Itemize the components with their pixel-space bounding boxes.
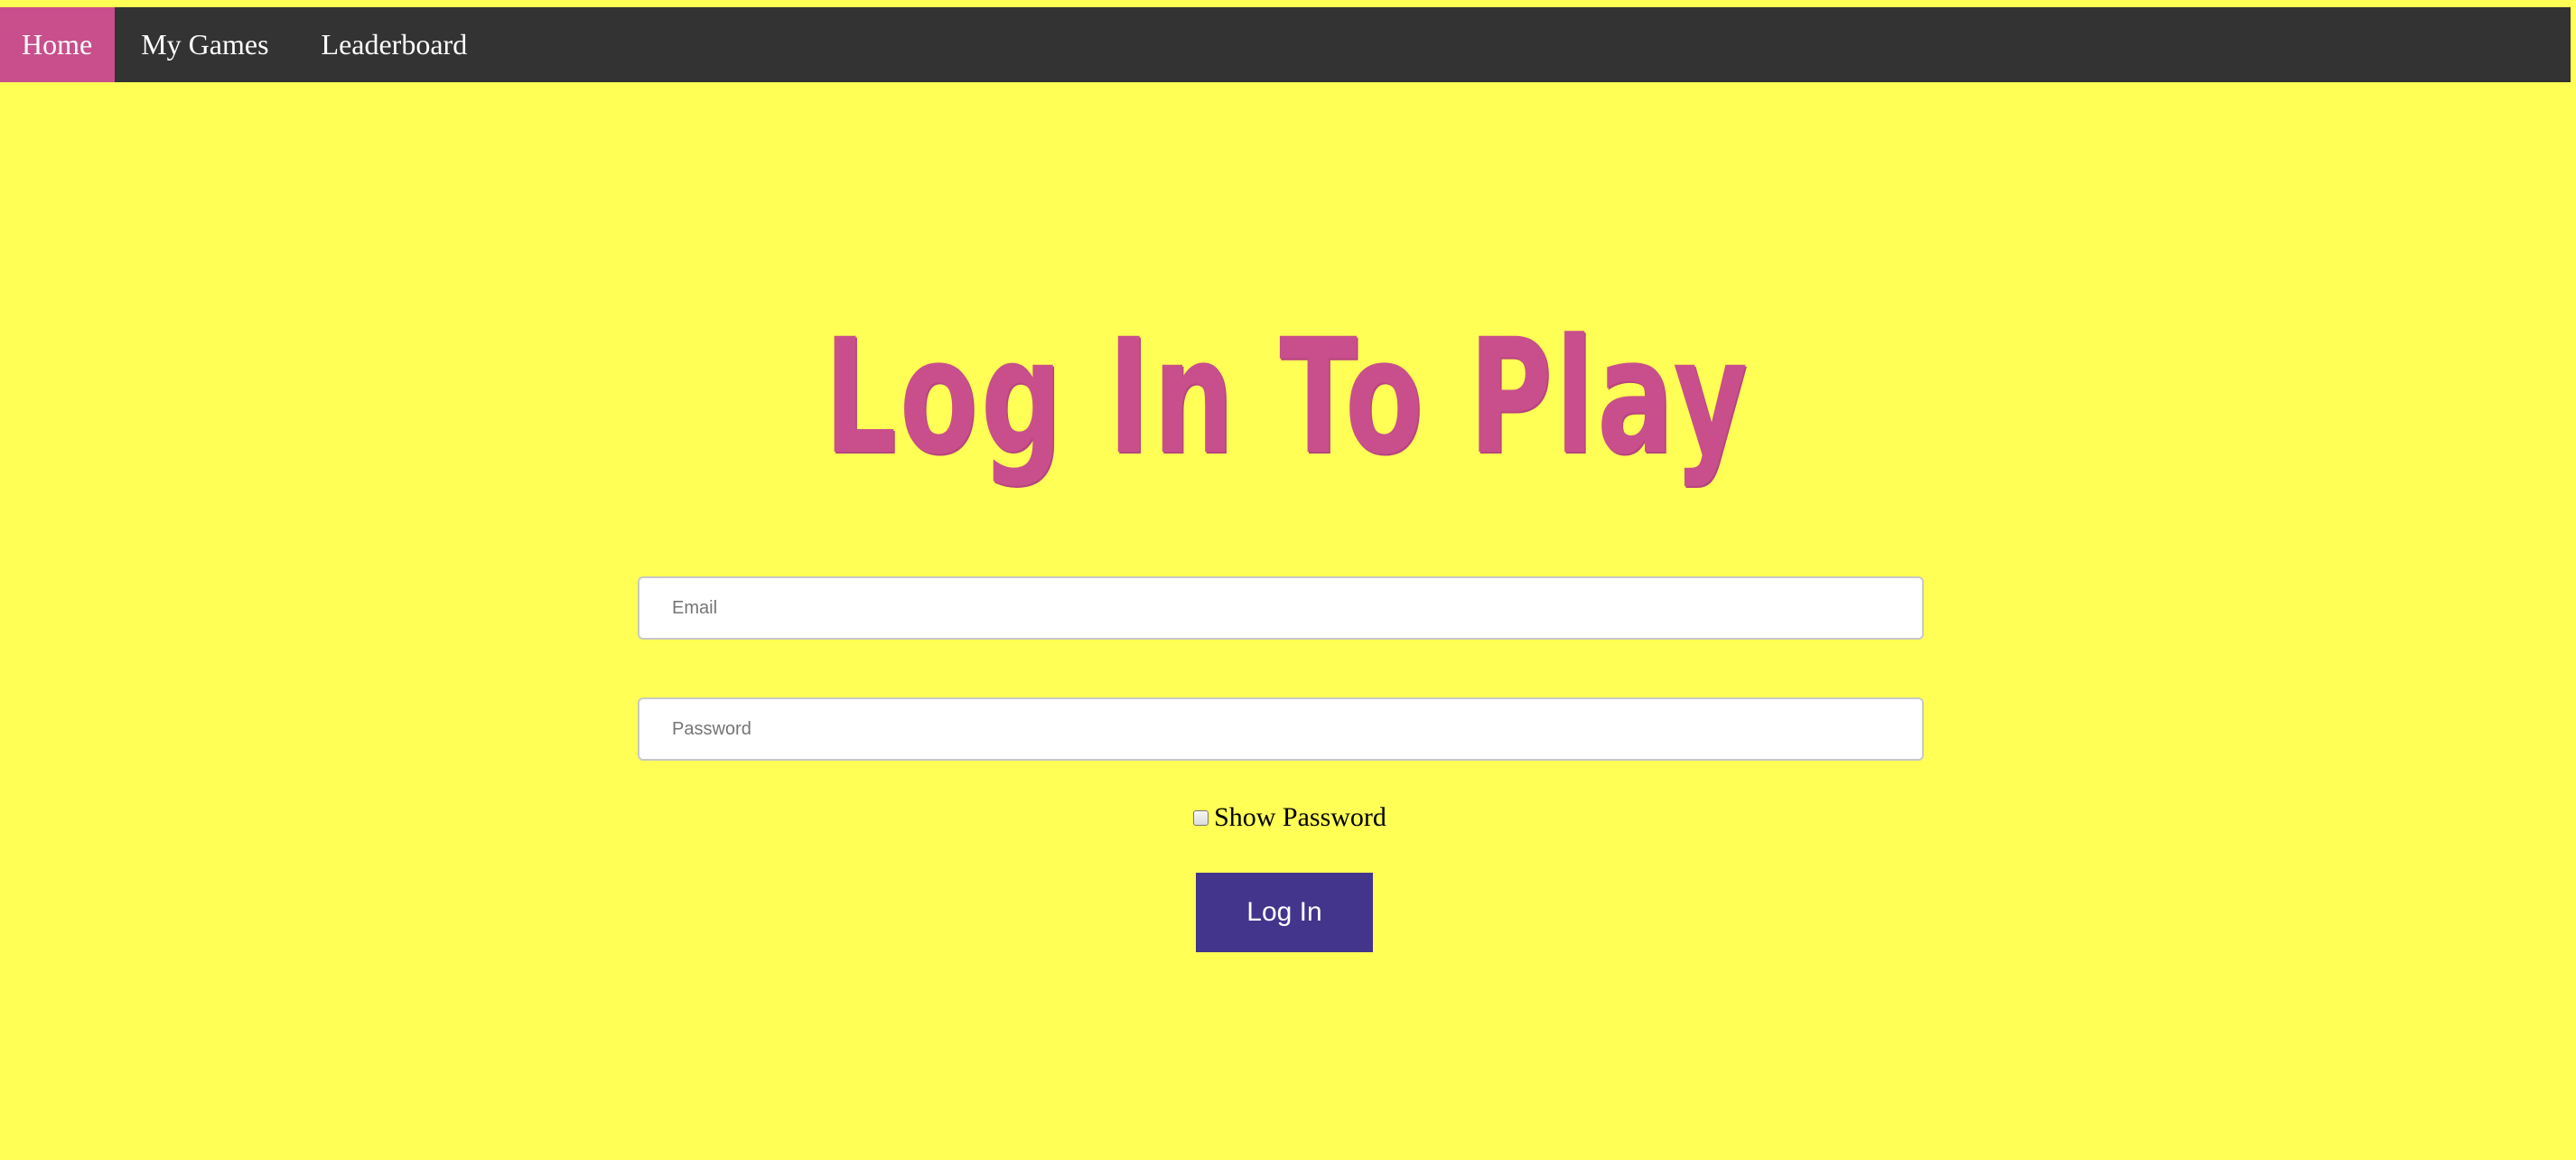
login-button[interactable]: Log In [1196,873,1373,952]
email-field[interactable] [638,576,1924,640]
password-field[interactable] [638,697,1924,761]
show-password-checkbox[interactable] [1193,809,1209,826]
nav-item-my-games[interactable]: My Games [115,7,294,82]
navbar: Home My Games Leaderboard [0,7,2571,82]
page-title: Log In To Play [824,304,1750,490]
top-strip [0,0,2576,7]
nav-item-leaderboard[interactable]: Leaderboard [295,7,494,82]
nav-item-home[interactable]: Home [0,7,116,82]
show-password-row: Show Password [0,802,2576,833]
show-password-label[interactable]: Show Password [1214,802,1386,833]
